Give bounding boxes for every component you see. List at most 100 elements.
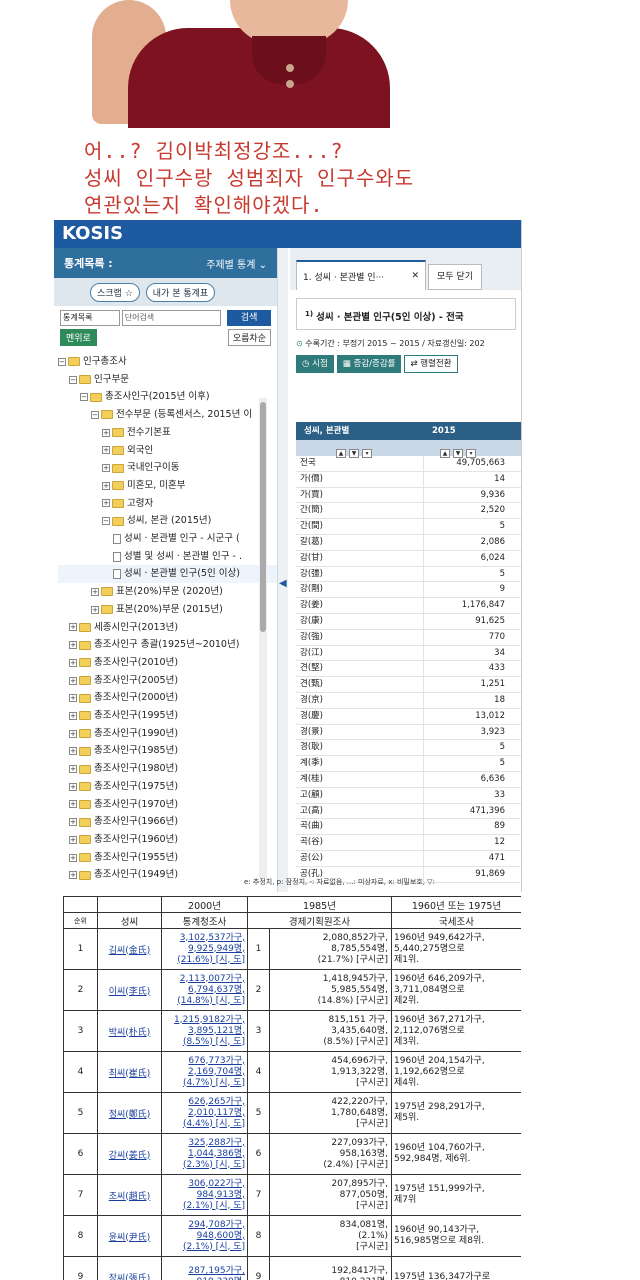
expand-icon[interactable]: + <box>69 853 77 862</box>
expand-icon[interactable]: + <box>69 623 77 632</box>
expand-icon[interactable]: + <box>69 729 77 738</box>
expand-icon[interactable]: + <box>102 446 110 455</box>
search-button[interactable]: 검색 <box>227 310 272 326</box>
tree-node[interactable]: + 총조사인구(1990년) <box>58 725 277 743</box>
cell-2000[interactable]: 676,773가구, 2,169,704명, (4.7%) [시, 도] <box>161 1051 248 1093</box>
scrollbar-thumb[interactable] <box>260 402 266 632</box>
tab-table-1[interactable]: 1. 성씨 · 본관별 인··· ✕ <box>296 260 426 290</box>
tree-node[interactable]: 성씨 · 본관별 인구 - 시군구 ( <box>58 530 277 548</box>
expand-icon[interactable]: + <box>69 747 77 756</box>
expand-icon[interactable]: + <box>69 658 77 667</box>
panel-splitter[interactable]: ◀ <box>278 248 288 892</box>
surname-link[interactable]: 윤씨(尹氏) <box>97 1215 162 1257</box>
tree-node[interactable]: + 세종시인구(2013년) <box>58 619 277 637</box>
expand-icon[interactable]: + <box>69 800 77 809</box>
expand-icon[interactable]: + <box>102 428 110 437</box>
surname-link[interactable]: 최씨(崔氏) <box>97 1051 162 1093</box>
cell-1985: 227,093가구, 958,163명, (2.4%) [구시군] <box>268 1133 393 1175</box>
cell-2000[interactable]: 287,195가구,919,339명, <box>161 1256 248 1280</box>
cell-line: (14.8%) [시, 도] <box>177 995 245 1006</box>
tree-node[interactable]: + 표본(20%)부문 (2015년) <box>58 601 277 619</box>
expand-icon[interactable]: + <box>69 765 77 774</box>
cell-2000[interactable]: 1,215,9182가구, 3,895,121명, (8.5%) [시, 도] <box>161 1010 248 1052</box>
collapse-icon[interactable]: − <box>91 410 99 419</box>
tree-node[interactable]: + 미혼모, 미혼부 <box>58 477 277 495</box>
cell-2000[interactable]: 3,102,537가구, 9,925,949명, (21.6%) [시, 도] <box>161 928 248 970</box>
tree-node[interactable]: + 총조사인구(2005년) <box>58 672 277 690</box>
cell-2000[interactable]: 626,265가구, 2,010,117명, (4.4%) [시, 도] <box>161 1092 248 1134</box>
expand-icon[interactable]: + <box>91 587 99 596</box>
expand-icon[interactable]: + <box>69 641 77 650</box>
tree-node[interactable]: + 전수기본표 <box>58 424 277 442</box>
collapse-icon[interactable]: − <box>58 357 66 366</box>
surname-link[interactable]: 이씨(李氏) <box>97 969 162 1011</box>
tree-node[interactable]: − 인구부문 <box>58 371 277 389</box>
expand-icon[interactable]: + <box>69 694 77 703</box>
tree-node[interactable]: + 총조사인구(2010년) <box>58 654 277 672</box>
tree-node[interactable]: + 총조사인구(1980년) <box>58 760 277 778</box>
rank-1985-cell: 9 <box>247 1256 270 1280</box>
collapse-icon[interactable]: − <box>69 375 77 384</box>
tree-node[interactable]: + 총조사인구(1955년) <box>58 849 277 867</box>
tree-node[interactable]: + 총조사인구(1970년) <box>58 796 277 814</box>
tree-node[interactable]: + 총조사인구 총괄(1925년~2010년) <box>58 636 277 654</box>
tree-node[interactable]: + 국내인구이동 <box>58 459 277 477</box>
tree-node[interactable]: 성별 및 성씨 · 본관별 인구 - . <box>58 548 277 566</box>
tree-node[interactable]: + 총조사인구(2000년) <box>58 689 277 707</box>
search-scope-select[interactable]: 통계목록 <box>60 310 120 326</box>
stat-list-select[interactable]: 주제별 통계 ⌄ <box>206 256 267 271</box>
tree-node[interactable]: − 성씨, 본관 (2015년) <box>58 512 277 530</box>
tree-node[interactable]: + 고령자 <box>58 495 277 513</box>
surname-link[interactable]: 강씨(姜氏) <box>97 1133 162 1175</box>
tree-node[interactable]: + 총조사인구(1995년) <box>58 707 277 725</box>
tree-scrollbar[interactable] <box>259 398 267 878</box>
close-icon[interactable]: ✕ <box>411 271 419 281</box>
cell-2000[interactable]: 2,113,007가구, 6,794,637명, (14.8%) [시, 도] <box>161 969 248 1011</box>
grid-cell-surname: 경(耿) <box>296 740 424 756</box>
expand-icon[interactable]: + <box>69 818 77 827</box>
tree-node[interactable]: + 총조사인구(1966년) <box>58 813 277 831</box>
cell-2000[interactable]: 325,288가구, 1,044,386명, (2.3%) [시, 도] <box>161 1133 248 1175</box>
expand-icon[interactable]: + <box>102 464 110 473</box>
surname-link[interactable]: 조씨(趙氏) <box>97 1174 162 1216</box>
cell-line: [구시군] <box>356 1241 389 1252</box>
tree-node[interactable]: + 총조사인구(1975년) <box>58 778 277 796</box>
tree-node[interactable]: + 표본(20%)부문 (2020년) <box>58 583 277 601</box>
cell-line: 제1위. <box>394 954 420 965</box>
transpose-button[interactable]: ⇄ 행렬전환 <box>404 355 458 373</box>
expand-icon[interactable]: + <box>102 481 110 490</box>
change-rate-button[interactable]: ▦ 증감/증감률 <box>336 355 402 373</box>
sort-ascending-button[interactable]: 오름차순 <box>227 329 271 346</box>
surname-link[interactable]: 박씨(朴氏) <box>97 1010 162 1052</box>
tree-node[interactable]: − 총조사인구(2015년 이후) <box>58 388 277 406</box>
expand-icon[interactable]: + <box>69 871 77 880</box>
collapse-icon[interactable]: − <box>102 517 110 526</box>
surname-link[interactable]: 김씨(金氏) <box>97 928 162 970</box>
tree-node[interactable]: − 전수부문 (등록센서스, 2015년 이 <box>58 406 277 424</box>
my-stats-button[interactable]: 내가 본 통계표 <box>145 282 216 302</box>
collapse-left-icon[interactable]: ◀ <box>279 578 287 589</box>
expand-icon[interactable]: + <box>69 835 77 844</box>
stat-list-bar[interactable]: 통계목록 : 주제별 통계 ⌄ <box>54 248 277 278</box>
grid-cell-surname: 견(堅) <box>296 661 424 677</box>
search-input[interactable]: 단어검색 <box>121 310 222 326</box>
menu-up-button[interactable]: 멘위로 <box>60 329 97 346</box>
expand-icon[interactable]: + <box>69 676 77 685</box>
cell-2000[interactable]: 294,708가구, 948,600명, (2.1%) [시, 도] <box>161 1215 248 1257</box>
cell-2000[interactable]: 306,022가구, 984,913명, (2.1%) [시, 도] <box>161 1174 248 1216</box>
expand-icon[interactable]: + <box>69 782 77 791</box>
tree-node[interactable]: + 총조사인구(1985년) <box>58 742 277 760</box>
tree-node[interactable]: − 인구총조사 <box>58 353 277 371</box>
tree-node[interactable]: + 총조사인구(1960년) <box>58 831 277 849</box>
expand-icon[interactable]: + <box>69 711 77 720</box>
surname-link[interactable]: 정씨(鄭氏) <box>97 1092 162 1134</box>
tree-node[interactable]: 성씨 · 본관별 인구(5인 이상) <box>58 565 277 584</box>
expand-icon[interactable]: + <box>91 605 99 614</box>
close-all-button[interactable]: 모두 닫기 <box>428 264 482 290</box>
time-button[interactable]: ◷ 시점 <box>296 355 334 373</box>
scrap-button[interactable]: 스크랩 ☆ <box>90 282 140 302</box>
surname-link[interactable]: 장씨(張氏) <box>97 1256 162 1280</box>
tree-node[interactable]: + 외국인 <box>58 442 277 460</box>
expand-icon[interactable]: + <box>102 499 110 508</box>
collapse-icon[interactable]: − <box>80 393 88 402</box>
